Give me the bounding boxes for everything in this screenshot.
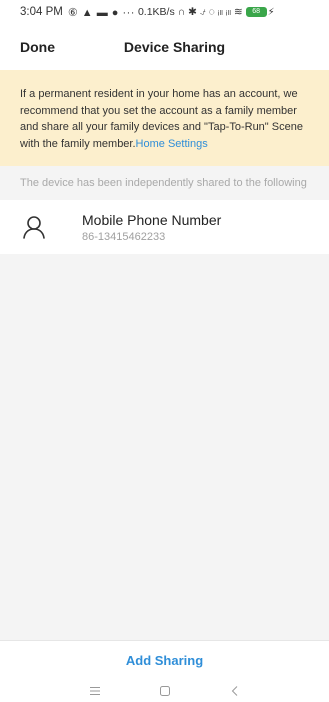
family-member-notice: If a permanent resident in your home has… bbox=[0, 70, 329, 166]
back-icon[interactable] bbox=[228, 684, 242, 698]
status-time: 3:04 PM bbox=[20, 6, 63, 18]
status-bar: 3:04 PM ⑥ ▲ ▬ ● ··· 0.1KB/s ∩ ✱ ⍻ ◌ ᵢₗₗ … bbox=[0, 0, 329, 24]
signal-icons: ∩ ✱ ⍻ ◌ ᵢₗₗ ᵢₗₗ ≋ bbox=[177, 5, 243, 18]
battery-icon: 68 bbox=[245, 7, 267, 17]
add-sharing-button[interactable]: Add Sharing bbox=[0, 640, 329, 680]
shared-user-name: Mobile Phone Number bbox=[82, 211, 222, 228]
menu-icon[interactable] bbox=[88, 684, 102, 698]
shared-user-info: Mobile Phone Number 86-13415462233 bbox=[82, 212, 221, 243]
home-icon[interactable] bbox=[158, 684, 172, 698]
system-nav-bar bbox=[0, 680, 329, 702]
charging-icon: ⚡ bbox=[267, 6, 275, 18]
network-speed: 0.1KB/s bbox=[137, 6, 175, 18]
home-settings-link[interactable]: Home Settings bbox=[136, 138, 208, 150]
nav-bar: Done Device Sharing bbox=[0, 24, 329, 70]
shared-user-row[interactable]: Mobile Phone Number 86-13415462233 bbox=[0, 200, 329, 254]
page-title: Device Sharing bbox=[123, 39, 226, 55]
user-icon bbox=[20, 213, 48, 241]
shared-user-phone: 86-13415462233 bbox=[82, 230, 166, 243]
shared-list-caption: The device has been independently shared… bbox=[0, 166, 329, 200]
screen: 3:04 PM ⑥ ▲ ▬ ● ··· 0.1KB/s ∩ ✱ ⍻ ◌ ᵢₗₗ … bbox=[0, 0, 329, 702]
status-icons: ⑥ ▲ ▬ ● ··· bbox=[67, 6, 135, 19]
